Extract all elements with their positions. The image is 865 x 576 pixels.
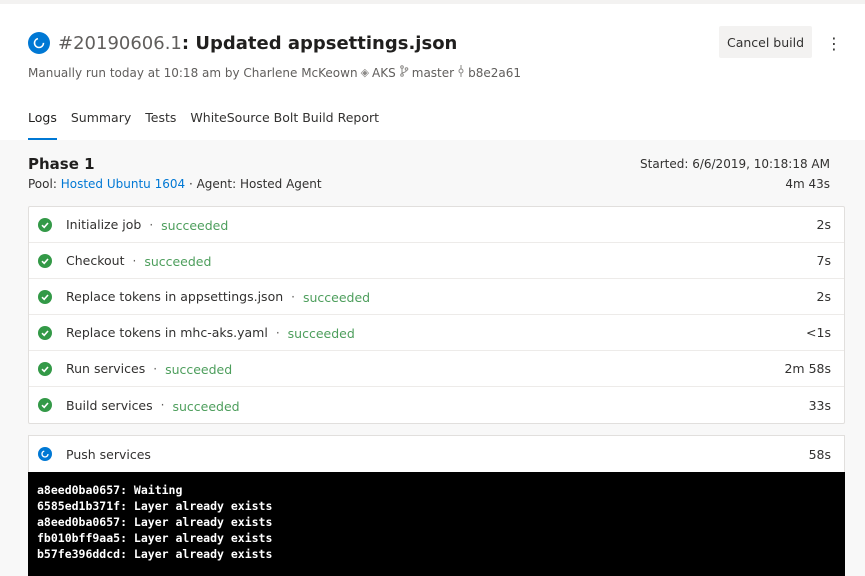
in-progress-icon	[38, 447, 52, 461]
step-duration: 2s	[816, 217, 831, 232]
check-circle-icon	[38, 253, 52, 268]
step-push-services[interactable]: Push services 58s	[28, 435, 845, 472]
step-separator: ·	[132, 253, 137, 268]
log-line: a8eed0ba0657: Waiting	[37, 483, 183, 497]
step-separator: ·	[275, 325, 280, 340]
step-duration: 33s	[808, 397, 831, 413]
run-header: #20190606.1: Updated appsettings.json Ma…	[0, 4, 865, 140]
step-duration: <1s	[806, 325, 831, 340]
step-duration: 7s	[816, 253, 831, 268]
step-replace-tokens-yaml[interactable]: Replace tokens in mhc-aks.yaml · succeed…	[29, 315, 844, 351]
step-name: Push services	[66, 446, 151, 462]
step-duration: 58s	[808, 446, 831, 462]
phase-pool: Pool: Hosted Ubuntu 1604 · Agent: Hosted…	[28, 177, 322, 191]
step-initialize-job[interactable]: Initialize job · succeeded 2s	[29, 207, 844, 243]
step-separator: ·	[149, 217, 154, 232]
step-status: succeeded	[165, 362, 233, 377]
tab-summary[interactable]: Summary	[71, 108, 131, 140]
tab-whitesource-report[interactable]: WhiteSource Bolt Build Report	[190, 108, 379, 140]
check-circle-icon	[38, 325, 52, 340]
phase-title: Phase 1	[28, 155, 95, 173]
step-replace-tokens-appsettings[interactable]: Replace tokens in appsettings.json · suc…	[29, 279, 844, 315]
tab-logs[interactable]: Logs	[28, 108, 57, 140]
phase-duration: 4m 43s	[785, 177, 830, 191]
check-circle-icon	[38, 361, 52, 376]
phase-started: Started: 6/6/2019, 10:18:18 AM	[640, 157, 830, 171]
log-console[interactable]: a8eed0ba0657: Waiting 6585ed1b371f: Laye…	[28, 472, 845, 576]
step-status: succeeded	[172, 398, 240, 414]
step-status: succeeded	[287, 326, 355, 341]
step-separator: ·	[160, 398, 165, 412]
step-checkout[interactable]: Checkout · succeeded 7s	[29, 243, 844, 279]
step-name: Checkout	[66, 253, 125, 268]
run-repo[interactable]: AKS	[372, 66, 396, 80]
tab-tests[interactable]: Tests	[145, 108, 176, 140]
run-tabs: Logs Summary Tests WhiteSource Bolt Buil…	[28, 108, 393, 140]
run-branch[interactable]: master	[412, 66, 454, 80]
step-status: succeeded	[302, 290, 371, 305]
step-name: Run services	[66, 361, 146, 376]
log-line: a8eed0ba0657: Layer already exists	[37, 515, 273, 529]
log-line: fb010bff9aa5: Layer already exists	[37, 531, 273, 545]
repo-icon: ◈	[360, 66, 370, 79]
step-run-services[interactable]: Run services · succeeded 2m 58s	[29, 351, 844, 387]
step-status: succeeded	[144, 254, 212, 269]
run-title: #20190606.1: Updated appsettings.json	[58, 33, 457, 54]
pool-label: Pool:	[28, 177, 57, 191]
run-name: Updated appsettings.json	[195, 32, 458, 54]
step-status: succeeded	[161, 218, 229, 233]
step-build-services[interactable]: Build services · succeeded 33s	[29, 387, 844, 423]
step-name: Replace tokens in appsettings.json	[66, 289, 284, 304]
run-commit[interactable]: b8e2a61	[468, 66, 521, 80]
run-subtitle: Manually run today at 10:18 am by Charle…	[28, 65, 521, 80]
run-trigger: Manually run today at 10:18 am by Charle…	[28, 65, 358, 80]
check-circle-icon	[38, 217, 52, 232]
check-circle-icon	[38, 398, 52, 412]
agent-label: · Agent: Hosted Agent	[188, 177, 322, 191]
step-duration: 2s	[816, 289, 831, 304]
in-progress-icon	[28, 32, 50, 54]
colon: :	[181, 32, 196, 54]
check-circle-icon	[38, 289, 52, 304]
steps-list: Initialize job · succeeded 2s Checkout ·…	[28, 206, 845, 424]
log-line: 6585ed1b371f: Layer already exists	[37, 499, 273, 513]
commit-icon	[457, 65, 465, 80]
step-separator: ·	[153, 361, 158, 376]
logs-content: Phase 1 Pool: Hosted Ubuntu 1604 · Agent…	[0, 140, 865, 576]
step-duration: 2m 58s	[784, 361, 831, 376]
log-line: b57fe396ddcd: Layer already exists	[37, 547, 273, 561]
step-separator: ·	[291, 289, 295, 304]
step-name: Replace tokens in mhc-aks.yaml	[66, 325, 268, 340]
more-actions-icon[interactable]: ⋮	[822, 30, 846, 56]
step-name: Initialize job	[66, 217, 142, 232]
run-number: #20190606.1	[58, 32, 182, 54]
step-name: Build services	[66, 397, 153, 413]
cancel-build-button[interactable]: Cancel build	[719, 26, 812, 58]
run-title-row: #20190606.1: Updated appsettings.json	[28, 32, 457, 54]
branch-icon	[399, 65, 409, 80]
pool-link[interactable]: Hosted Ubuntu 1604	[61, 177, 185, 191]
